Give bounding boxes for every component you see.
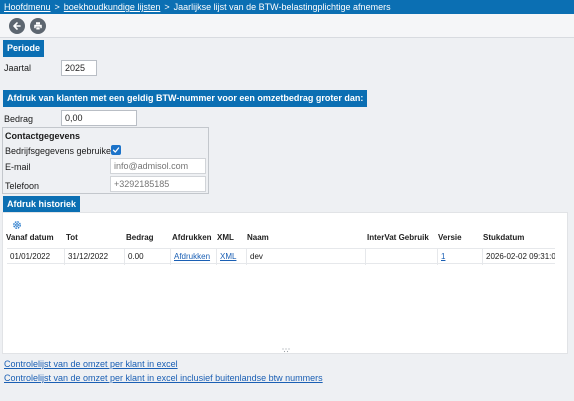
breadcrumb-separator: >	[54, 2, 60, 12]
breadcrumb-current: Jaarlijkse lijst van de BTW-belastingpli…	[173, 2, 391, 12]
gear-icon[interactable]	[12, 220, 22, 230]
contact-box: Contactgegevens Bedrijfsgegevens gebruik…	[2, 127, 209, 194]
excel-export-foreign-link[interactable]: Controlelijst van de omzet per klant in …	[4, 373, 323, 383]
contact-heading: Contactgegevens	[5, 131, 81, 141]
threshold-heading: Afdruk van klanten met een geldig BTW-nu…	[3, 90, 368, 107]
email-label: E-mail	[5, 162, 31, 172]
breadcrumb-home-link[interactable]: Hoofdmenu	[4, 2, 51, 12]
cell-print: Afdrukken	[171, 249, 217, 265]
year-input[interactable]	[61, 60, 97, 76]
use-company-label: Bedrijfsgegevens gebruiken	[5, 146, 117, 156]
phone-field[interactable]	[110, 176, 206, 192]
email-field[interactable]	[110, 158, 206, 174]
resize-handle-icon[interactable]	[282, 348, 290, 353]
breadcrumb-parent-link[interactable]: boekhoudkundige lijsten	[64, 2, 161, 12]
year-label: Jaartal	[4, 63, 32, 73]
cell-from: 01/01/2022	[7, 249, 65, 265]
column-header[interactable]: InterVat Gebruik	[367, 233, 429, 242]
excel-export-link[interactable]: Controlelijst van de omzet per klant in …	[4, 359, 178, 369]
amount-input[interactable]	[61, 110, 137, 126]
toolbar	[0, 14, 574, 38]
breadcrumb: Hoofdmenu > boekhoudkundige lijsten > Jaarli…	[0, 0, 574, 14]
column-header[interactable]: Bedrag	[126, 233, 154, 242]
column-header[interactable]: Vanaf datum	[6, 233, 54, 242]
cell-intervat	[366, 249, 438, 265]
periode-heading: Periode	[3, 40, 45, 57]
checkmark-icon	[112, 147, 120, 153]
xml-link[interactable]: XML	[220, 252, 236, 261]
cell-version: 1	[438, 249, 483, 265]
column-header[interactable]: Tot	[66, 233, 78, 242]
arrow-left-icon	[13, 22, 21, 30]
use-company-checkbox[interactable]	[111, 145, 121, 155]
cell-doc-date: 2026-02-02 09:31:0	[486, 252, 555, 261]
history-panel: Vanaf datum Tot Bedrag Afdrukken XML Naa…	[2, 212, 568, 354]
back-button[interactable]	[9, 18, 25, 34]
print-button[interactable]	[30, 18, 46, 34]
print-link[interactable]: Afdrukken	[174, 252, 210, 261]
cell-name: dev	[247, 249, 366, 265]
breadcrumb-separator: >	[164, 2, 170, 12]
version-link[interactable]: 1	[441, 252, 445, 261]
column-header[interactable]: Afdrukken	[172, 233, 212, 242]
column-header[interactable]: Naam	[247, 233, 269, 242]
column-header[interactable]: XML	[217, 233, 234, 242]
cell-xml: XML	[217, 249, 247, 265]
amount-label: Bedrag	[4, 114, 34, 124]
table-row: 01/01/2022 31/12/2022 0.00 Afdrukken XML…	[7, 248, 555, 265]
history-heading: Afdruk historiek	[3, 196, 81, 213]
phone-label: Telefoon	[5, 181, 40, 191]
column-header[interactable]: Stukdatum	[483, 233, 524, 242]
column-header[interactable]: Versie	[438, 233, 462, 242]
printer-icon	[34, 22, 42, 31]
cell-amount: 0.00	[125, 249, 171, 265]
cell-to: 31/12/2022	[65, 249, 125, 265]
